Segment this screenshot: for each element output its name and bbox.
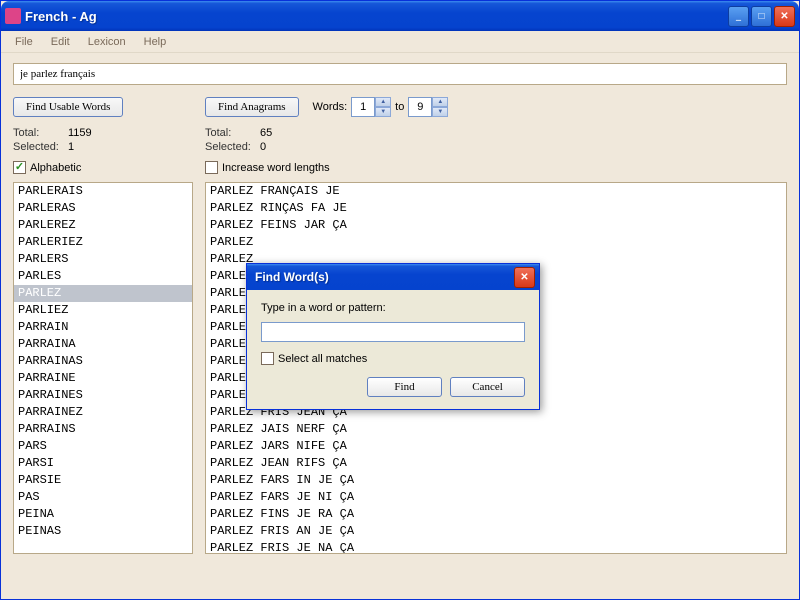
dialog-prompt-label: Type in a word or pattern: <box>261 302 525 314</box>
main-window: French - Ag _ □ ✕ File Edit Lexicon Help… <box>0 0 800 600</box>
list-item[interactable]: PARLEZ FEINS JAR ÇA <box>206 217 786 234</box>
app-icon <box>5 8 21 24</box>
list-item[interactable]: PARRAINE <box>14 370 192 387</box>
find-words-dialog: Find Word(s) ✕ Type in a word or pattern… <box>246 263 540 410</box>
list-item[interactable]: PARLEZ RINÇAS FA JE <box>206 200 786 217</box>
left-column: Find Usable Words Total:1159 Selected:1 … <box>13 95 193 554</box>
list-item[interactable]: PARLERAS <box>14 200 192 217</box>
list-item[interactable]: PARLEZ <box>206 234 786 251</box>
dialog-close-button[interactable]: ✕ <box>514 267 535 288</box>
list-item[interactable]: PARLEZ FINS JE RA ÇA <box>206 506 786 523</box>
select-all-matches-label: Select all matches <box>278 353 367 365</box>
increase-lengths-checkbox[interactable] <box>205 161 218 174</box>
list-item[interactable]: PARRAIN <box>14 319 192 336</box>
alphabetic-label: Alphabetic <box>30 162 81 174</box>
select-all-matches-checkbox[interactable] <box>261 352 274 365</box>
dialog-cancel-button[interactable]: Cancel <box>450 377 525 397</box>
find-usable-words-button[interactable]: Find Usable Words <box>13 97 123 117</box>
list-item[interactable]: PARLEZ FRIS JE NA ÇA <box>206 540 786 554</box>
close-button[interactable]: ✕ <box>774 6 795 27</box>
selected-label: Selected: <box>13 141 68 153</box>
total-label: Total: <box>13 127 68 139</box>
dialog-find-button[interactable]: Find <box>367 377 442 397</box>
find-anagrams-button[interactable]: Find Anagrams <box>205 97 299 117</box>
menu-help[interactable]: Help <box>136 34 175 50</box>
list-item[interactable]: PARLERIEZ <box>14 234 192 251</box>
list-item[interactable]: PARLEZ JAIS NERF ÇA <box>206 421 786 438</box>
list-item[interactable]: PARLEZ FARS JE NI ÇA <box>206 489 786 506</box>
list-item[interactable]: PEINAS <box>14 523 192 540</box>
window-controls: _ □ ✕ <box>728 6 795 27</box>
window-title: French - Ag <box>25 9 728 24</box>
list-item[interactable]: PARLEZ <box>14 285 192 302</box>
list-item[interactable]: PARRAINES <box>14 387 192 404</box>
list-item[interactable]: PARSI <box>14 455 192 472</box>
words-to-up[interactable]: ▲ <box>432 97 448 107</box>
list-item[interactable]: PARLES <box>14 268 192 285</box>
words-range: Words: ▲ ▼ to ▲ <box>313 97 449 117</box>
list-item[interactable]: PARLEZ JARS NIFE ÇA <box>206 438 786 455</box>
list-item[interactable]: PARLEREZ <box>14 217 192 234</box>
words-from-up[interactable]: ▲ <box>375 97 391 107</box>
list-item[interactable]: PARLEZ JEAN RIFS ÇA <box>206 455 786 472</box>
minimize-button[interactable]: _ <box>728 6 749 27</box>
alphabetic-checkbox[interactable] <box>13 161 26 174</box>
words-to-input[interactable] <box>408 97 432 117</box>
menu-file[interactable]: File <box>7 34 41 50</box>
list-item[interactable]: PAS <box>14 489 192 506</box>
total-value: 1159 <box>68 127 92 139</box>
selected-label-r: Selected: <box>205 141 260 153</box>
words-to-down[interactable]: ▼ <box>432 107 448 117</box>
titlebar: French - Ag _ □ ✕ <box>1 1 799 31</box>
total-label-r: Total: <box>205 127 260 139</box>
list-item[interactable]: PARLIEZ <box>14 302 192 319</box>
selected-value-r: 0 <box>260 141 266 153</box>
list-item[interactable]: PARRAINAS <box>14 353 192 370</box>
list-item[interactable]: PARLEZ FRIS AN JE ÇA <box>206 523 786 540</box>
list-item[interactable]: PARS <box>14 438 192 455</box>
list-item[interactable]: PARLEZ FARS IN JE ÇA <box>206 472 786 489</box>
list-item[interactable]: PARSIE <box>14 472 192 489</box>
menubar: File Edit Lexicon Help <box>1 31 799 53</box>
menu-edit[interactable]: Edit <box>43 34 78 50</box>
phrase-input[interactable] <box>13 63 787 85</box>
increase-lengths-label: Increase word lengths <box>222 162 330 174</box>
list-item[interactable]: PARLEZ FRANÇAIS JE <box>206 183 786 200</box>
dialog-title: Find Word(s) <box>251 270 514 284</box>
dialog-titlebar: Find Word(s) ✕ <box>247 264 539 290</box>
dialog-body: Type in a word or pattern: Select all ma… <box>247 290 539 409</box>
words-from-input[interactable] <box>351 97 375 117</box>
selected-value: 1 <box>68 141 74 153</box>
list-item[interactable]: PEINA <box>14 506 192 523</box>
input-row <box>13 63 787 85</box>
list-item[interactable]: PARRAINS <box>14 421 192 438</box>
to-label: to <box>395 101 404 113</box>
words-from-down[interactable]: ▼ <box>375 107 391 117</box>
list-item[interactable]: PARLERAIS <box>14 183 192 200</box>
words-listbox[interactable]: PARLERAISPARLERASPARLEREZPARLERIEZPARLER… <box>13 182 193 554</box>
list-item[interactable]: PARRAINA <box>14 336 192 353</box>
menu-lexicon[interactable]: Lexicon <box>80 34 134 50</box>
maximize-button[interactable]: □ <box>751 6 772 27</box>
dialog-pattern-input[interactable] <box>261 322 525 342</box>
total-value-r: 65 <box>260 127 272 139</box>
words-label: Words: <box>313 101 348 113</box>
list-item[interactable]: PARLERS <box>14 251 192 268</box>
list-item[interactable]: PARRAINEZ <box>14 404 192 421</box>
